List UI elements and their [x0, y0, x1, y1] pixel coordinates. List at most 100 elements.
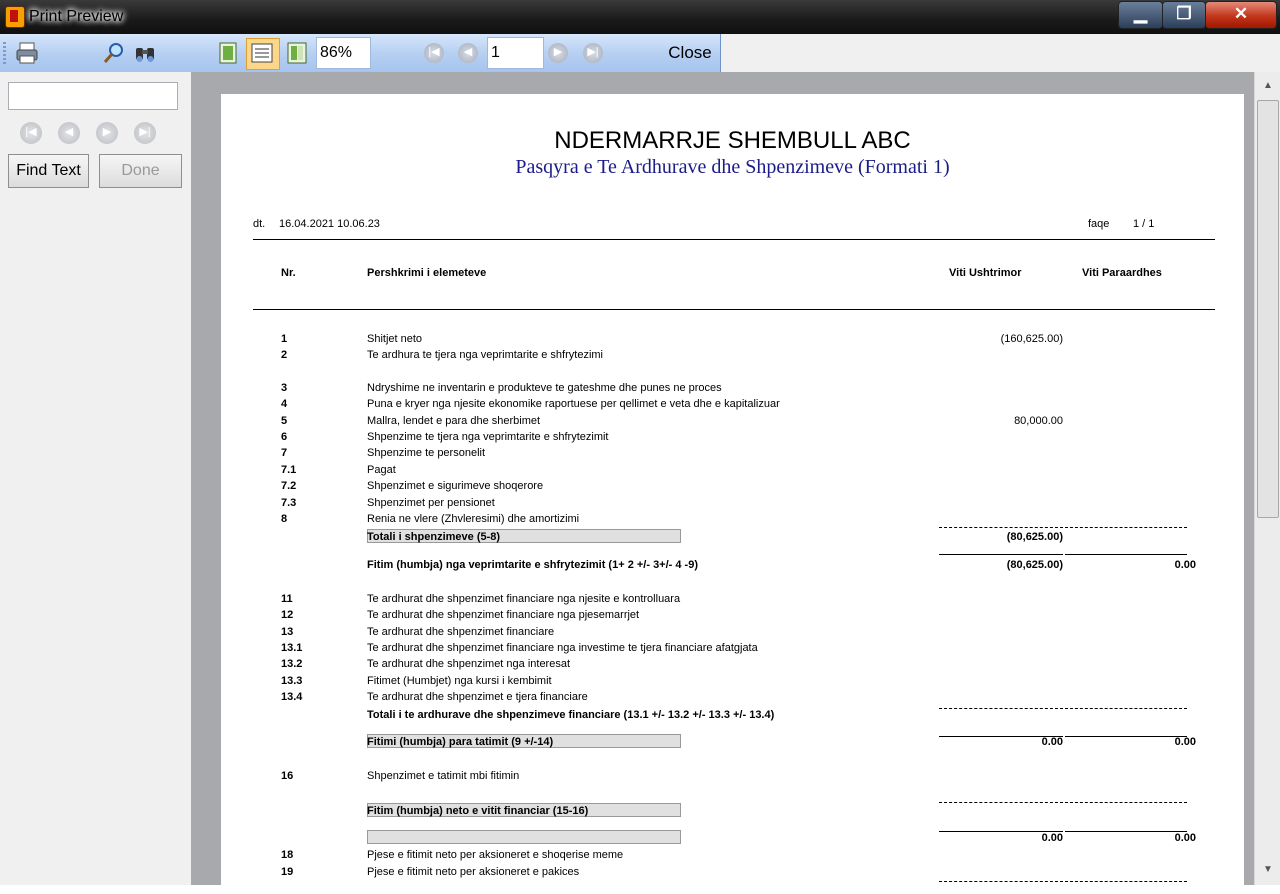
row-nr: 11 [281, 593, 293, 605]
window-title: Print Preview [29, 8, 124, 25]
app-icon [5, 6, 25, 28]
dash-line [939, 802, 1063, 803]
table-row: 11 Te ardhurat dhe shpenzimet financiare … [221, 593, 1244, 609]
zoom-icon[interactable] [101, 40, 127, 66]
single-page-icon[interactable] [215, 40, 241, 66]
table-row: 4 Puna e kryer nga njesite ekonomike rapo… [221, 398, 1244, 414]
date-value: 16.04.2021 10.06.23 [279, 218, 380, 230]
table-row: 7.1 Pagat [221, 464, 1244, 480]
title-bar: Print Preview ▁ ❐ ✕ [0, 0, 1280, 34]
row-current-value: (80,625.00) [1006, 531, 1063, 543]
page-value: 1 / 1 [1133, 218, 1155, 230]
table-row: Totali i te ardhurave dhe shpenzimeve fi… [221, 709, 1244, 725]
col-current: Viti Ushtrimor [949, 267, 1022, 279]
row-nr: 4 [281, 398, 288, 410]
row-desc: Pjese e fitimit neto per aksioneret e pa… [367, 866, 580, 878]
first-page-icon[interactable]: |◀ [424, 43, 444, 63]
scroll-up-icon[interactable]: ▲ [1255, 80, 1280, 100]
table-row: 13 Te ardhurat dhe shpenzimet financiare [221, 626, 1244, 642]
find-text-button[interactable]: Find Text [8, 154, 89, 188]
vertical-scrollbar[interactable]: ▲ ▼ [1254, 72, 1280, 885]
table-row: Fitim (humbja) neto e vitit financiar (1… [221, 803, 1244, 821]
minimize-button[interactable]: ▁ [1118, 1, 1163, 29]
row-shade [367, 830, 681, 844]
row-nr: 13 [281, 626, 294, 638]
row-current-value: (160,625.00) [1000, 333, 1063, 345]
row-desc: Fitimi (humbja) para tatimit (9 +/-14) [367, 736, 554, 748]
row-nr: 6 [281, 431, 288, 443]
toolbar-grip[interactable] [3, 42, 6, 64]
page-width-icon[interactable] [249, 40, 275, 66]
row-nr: 8 [281, 513, 288, 525]
dash-line [1065, 802, 1187, 803]
table-row: Totali i shpenzimeve (5-8) (80,625.00) [221, 529, 1244, 547]
row-current-value: 0.00 [1041, 736, 1063, 748]
toolbar: 86% |◀ ◀ 1 ▶ ▶| Close [0, 34, 721, 73]
row-nr: 13.1 [281, 642, 303, 654]
row-nr: 13.3 [281, 675, 303, 687]
report-subtitle: Pasqyra e Te Ardhurave dhe Shpenzimeve (… [515, 156, 950, 178]
row-desc: Fitim (humbja) nga veprimtarite e shfryt… [367, 559, 698, 571]
row-desc: Puna e kryer nga njesite ekonomike rapor… [367, 398, 780, 410]
find-text-input[interactable] [8, 82, 178, 110]
table-row: 7.2 Shpenzimet e sigurimeve shoqerore [221, 480, 1244, 496]
dash-line [939, 881, 1063, 882]
row-nr: 13.4 [281, 691, 303, 703]
table-row: 12 Te ardhurat dhe shpenzimet financiare … [221, 609, 1244, 625]
preview-area: NDERMARRJE SHEMBULL ABC Pasqyra e Te Ard… [191, 72, 1254, 894]
scroll-down-icon[interactable]: ▼ [1255, 864, 1280, 884]
page-number-field[interactable]: 1 [487, 37, 544, 69]
table-row: 13.4 Te ardhurat dhe shpenzimet e tjera f… [221, 691, 1244, 707]
dash-line [1065, 708, 1187, 709]
table-row: 13.3 Fitimet (Humbjet) nga kursi i kembim… [221, 675, 1244, 691]
toolbar-background [721, 34, 1280, 72]
row-nr: 7.3 [281, 497, 297, 509]
row-nr: 18 [281, 849, 294, 861]
col-previous: Viti Paraardhes [1082, 267, 1162, 279]
report-page: NDERMARRJE SHEMBULL ABC Pasqyra e Te Ard… [221, 94, 1244, 894]
find-first-icon[interactable]: |◀ [20, 122, 42, 144]
table-row: 0.00 0.00 [221, 830, 1244, 848]
row-desc: Shpenzimet e sigurimeve shoqerore [367, 480, 544, 492]
print-icon[interactable] [14, 40, 40, 66]
row-desc: Shpenzime te personelit [367, 447, 486, 459]
close-window-button[interactable]: ✕ [1205, 1, 1277, 29]
zoom-field[interactable]: 86% [316, 37, 371, 69]
row-desc: Totali i shpenzimeve (5-8) [367, 531, 501, 543]
prev-page-icon[interactable]: ◀ [458, 43, 478, 63]
table-row: 13.1 Te ardhurat dhe shpenzimet financiar… [221, 642, 1244, 658]
report-company: NDERMARRJE SHEMBULL ABC [554, 127, 911, 154]
row-desc: Mallra, lendet e para dhe sherbimet [367, 415, 541, 427]
row-current-value: (80,625.00) [1006, 559, 1063, 571]
row-previous-value: 0.00 [1174, 832, 1196, 844]
done-button[interactable]: Done [99, 154, 182, 188]
row-desc: Totali i te ardhurave dhe shpenzimeve fi… [367, 709, 775, 721]
maximize-button[interactable]: ❐ [1162, 1, 1206, 29]
table-row: 5 Mallra, lendet e para dhe sherbimet 80,0… [221, 415, 1244, 431]
close-preview-button[interactable]: Close [661, 40, 719, 66]
scroll-thumb[interactable] [1257, 100, 1279, 518]
row-desc: Shpenzimet e tatimit mbi fitimin [367, 770, 520, 782]
row-nr: 3 [281, 382, 288, 394]
table-row: 18 Pjese e fitimit neto per aksioneret e … [221, 849, 1244, 865]
find-next-icon[interactable]: ▶ [96, 122, 118, 144]
row-nr: 5 [281, 415, 288, 427]
total-line [939, 736, 1063, 737]
table-row: 3 Ndryshime ne inventarin e produkteve te… [221, 382, 1244, 398]
find-binoculars-icon[interactable] [132, 40, 158, 66]
row-current-value: 0.00 [1041, 832, 1063, 844]
find-last-icon[interactable]: ▶| [134, 122, 156, 144]
find-prev-icon[interactable]: ◀ [58, 122, 80, 144]
row-nr: 1 [281, 333, 288, 345]
whole-page-icon[interactable] [284, 40, 310, 66]
row-desc: Fitim (humbja) neto e vitit financiar (1… [367, 805, 589, 817]
row-desc: Te ardhurat dhe shpenzimet nga interesat [367, 658, 571, 670]
last-page-icon[interactable]: ▶| [583, 43, 603, 63]
row-desc: Pagat [367, 464, 396, 476]
row-desc: Te ardhurat dhe shpenzimet financiare [367, 626, 555, 638]
table-row: 19 Pjese e fitimit neto per aksioneret e … [221, 866, 1244, 882]
dash-line [939, 527, 1063, 528]
row-desc: Shpenzimet per pensionet [367, 497, 495, 509]
total-line [1065, 554, 1187, 555]
next-page-icon[interactable]: ▶ [548, 43, 568, 63]
